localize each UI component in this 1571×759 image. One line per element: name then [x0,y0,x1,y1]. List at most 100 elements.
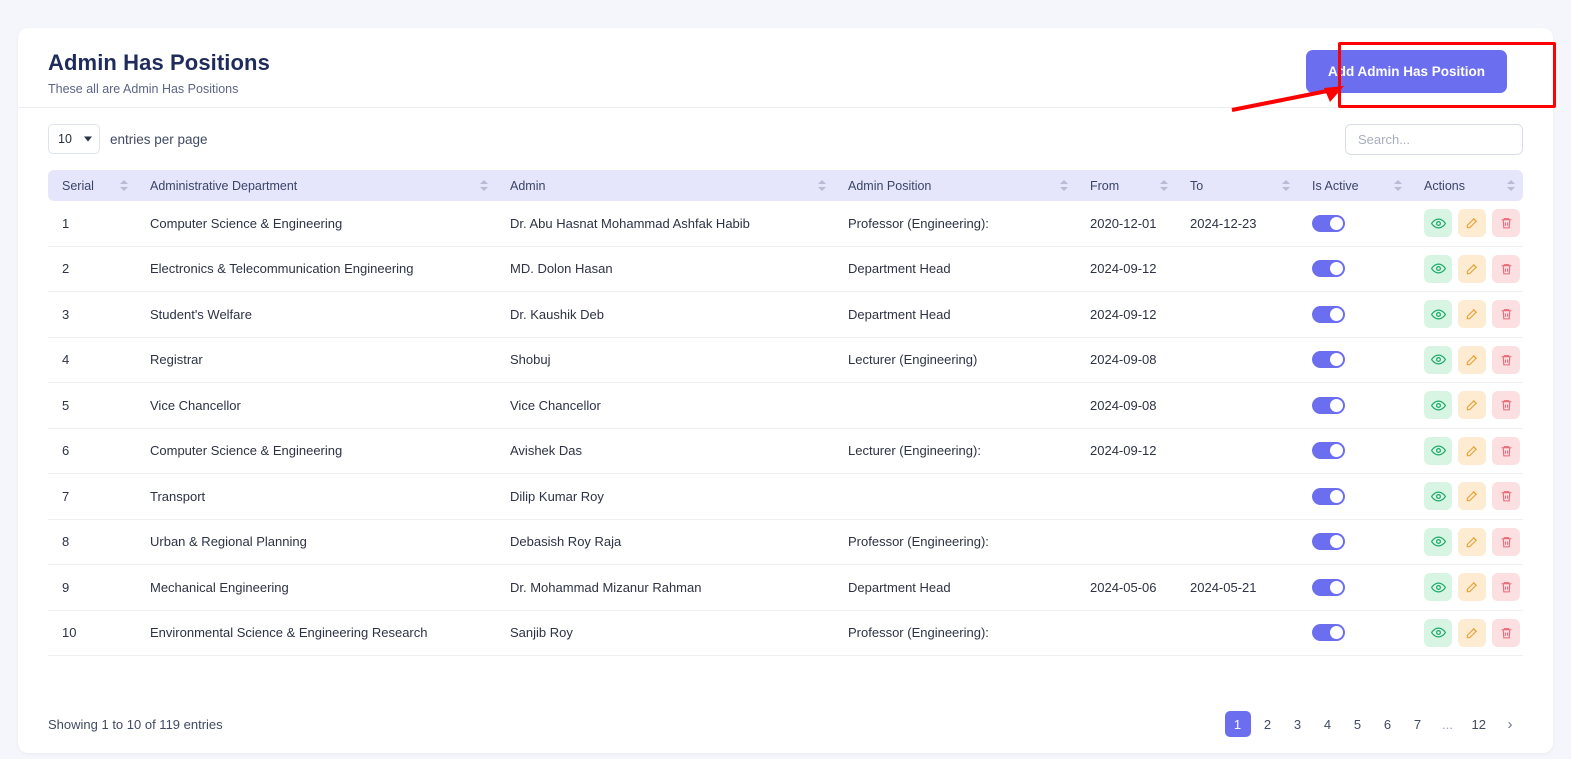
delete-icon-button[interactable] [1492,619,1520,647]
column-header-admin[interactable]: Admin [496,170,834,201]
cell-department: Transport [136,474,496,520]
is-active-toggle[interactable] [1312,442,1345,459]
cell-actions [1410,474,1523,520]
cell-admin-position: Department Head [834,247,1076,293]
cell-admin: Debasish Roy Raja [496,520,834,566]
cell-to [1176,338,1298,384]
view-icon-button[interactable] [1424,573,1452,601]
is-active-toggle[interactable] [1312,351,1345,368]
view-icon-button[interactable] [1424,209,1452,237]
cell-to [1176,520,1298,566]
delete-icon-button[interactable] [1492,391,1520,419]
delete-icon-button[interactable] [1492,346,1520,374]
view-icon-button[interactable] [1424,300,1452,328]
delete-icon-button[interactable] [1492,573,1520,601]
cell-to [1176,292,1298,338]
cell-admin: Vice Chancellor [496,383,834,429]
edit-icon-button[interactable] [1458,573,1486,601]
cell-actions [1410,247,1523,293]
table-row: 4RegistrarShobujLecturer (Engineering)20… [48,338,1523,384]
edit-icon-button[interactable] [1458,391,1486,419]
search-input[interactable] [1345,124,1523,155]
column-header-is-active[interactable]: Is Active [1298,170,1410,201]
cell-is-active [1298,565,1410,611]
pagination-page-2[interactable]: 2 [1255,711,1281,737]
pagination-page-3[interactable]: 3 [1285,711,1311,737]
edit-icon-button[interactable] [1458,346,1486,374]
table-row: 3Student's WelfareDr. Kaushik DebDepartm… [48,292,1523,338]
pagination-page-6[interactable]: 6 [1375,711,1401,737]
column-label: To [1190,179,1203,193]
view-icon-button[interactable] [1424,619,1452,647]
view-icon-button[interactable] [1424,255,1452,283]
sort-icon[interactable] [120,179,128,193]
sort-icon[interactable] [1282,179,1290,193]
entries-per-page-value: 10 [58,132,72,146]
is-active-toggle[interactable] [1312,533,1345,550]
column-header-department[interactable]: Administrative Department [136,170,496,201]
table-toolbar: 10 entries per page [18,108,1553,170]
edit-icon-button[interactable] [1458,255,1486,283]
is-active-toggle[interactable] [1312,579,1345,596]
edit-icon-button[interactable] [1458,437,1486,465]
is-active-toggle[interactable] [1312,488,1345,505]
view-icon-button[interactable] [1424,391,1452,419]
column-label: Admin Position [848,179,931,193]
sort-icon[interactable] [1160,179,1168,193]
sort-icon[interactable] [1394,179,1402,193]
cell-serial: 5 [48,383,136,429]
is-active-toggle[interactable] [1312,397,1345,414]
sort-icon[interactable] [818,179,826,193]
pagination-page-4[interactable]: 4 [1315,711,1341,737]
delete-icon-button[interactable] [1492,255,1520,283]
cell-from [1076,611,1176,657]
column-header-to[interactable]: To [1176,170,1298,201]
card-header: Admin Has Positions These all are Admin … [18,28,1553,108]
delete-icon-button[interactable] [1492,300,1520,328]
cell-to [1176,429,1298,475]
delete-icon-button[interactable] [1492,482,1520,510]
cell-actions [1410,383,1523,429]
delete-icon-button[interactable] [1492,209,1520,237]
pagination-page-7[interactable]: 7 [1405,711,1431,737]
delete-icon-button[interactable] [1492,528,1520,556]
sort-icon[interactable] [480,179,488,193]
cell-actions [1410,565,1523,611]
pagination-page-1[interactable]: 1 [1225,711,1251,737]
cell-serial: 4 [48,338,136,384]
cell-department: Electronics & Telecommunication Engineer… [136,247,496,293]
table-row: 1Computer Science & EngineeringDr. Abu H… [48,201,1523,247]
is-active-toggle[interactable] [1312,260,1345,277]
column-header-serial[interactable]: Serial [48,170,136,201]
is-active-toggle[interactable] [1312,215,1345,232]
cell-from: 2024-09-08 [1076,338,1176,384]
pagination-page-12[interactable]: 12 [1465,711,1493,737]
view-icon-button[interactable] [1424,528,1452,556]
view-icon-button[interactable] [1424,482,1452,510]
view-icon-button[interactable] [1424,346,1452,374]
sort-icon[interactable] [1507,179,1515,193]
edit-icon-button[interactable] [1458,209,1486,237]
page-subtitle: These all are Admin Has Positions [48,81,1523,97]
table-body: 1Computer Science & EngineeringDr. Abu H… [48,201,1523,656]
delete-icon-button[interactable] [1492,437,1520,465]
column-header-admin-position[interactable]: Admin Position [834,170,1076,201]
edit-icon-button[interactable] [1458,482,1486,510]
pagination-page-5[interactable]: 5 [1345,711,1371,737]
edit-icon-button[interactable] [1458,619,1486,647]
is-active-toggle[interactable] [1312,306,1345,323]
table-footer: Showing 1 to 10 of 119 entries 1234567..… [18,695,1553,753]
column-header-from[interactable]: From [1076,170,1176,201]
sort-icon[interactable] [1060,179,1068,193]
cell-from: 2020-12-01 [1076,201,1176,247]
column-label: Actions [1424,179,1465,193]
view-icon-button[interactable] [1424,437,1452,465]
edit-icon-button[interactable] [1458,528,1486,556]
pagination-next-button[interactable]: › [1497,711,1523,737]
column-header-actions[interactable]: Actions [1410,170,1523,201]
add-admin-has-position-button[interactable]: Add Admin Has Position [1306,50,1507,93]
is-active-toggle[interactable] [1312,624,1345,641]
edit-icon-button[interactable] [1458,300,1486,328]
entries-per-page-select[interactable]: 10 [48,124,100,154]
cell-department: Urban & Regional Planning [136,520,496,566]
